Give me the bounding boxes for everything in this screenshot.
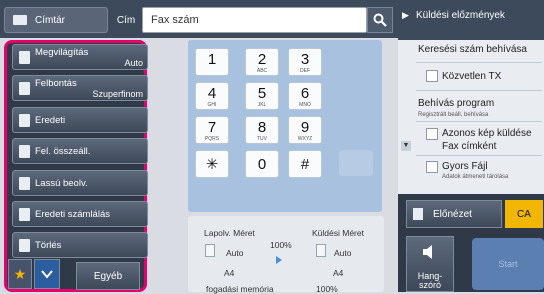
address-book-icon [13, 15, 27, 25]
divider [416, 90, 542, 91]
star-icon: ★ [13, 265, 27, 282]
divider [416, 121, 542, 122]
erase-label: Törlés [35, 240, 62, 251]
divider [416, 155, 542, 156]
original-label: Eredeti [35, 115, 66, 126]
favorite-button[interactable]: ★ [8, 259, 32, 289]
exposure-value: Auto [124, 58, 143, 68]
original-button[interactable]: Eredeti [12, 107, 148, 133]
key-asterisk[interactable]: ✳ [195, 150, 229, 178]
call-program-sub: Regisztrált beáll. behívása [418, 112, 489, 118]
slow-scan-icon [19, 177, 30, 190]
memory-value: 100% [316, 284, 338, 294]
resolution-icon [19, 82, 30, 95]
scan-mode-value: Auto [226, 248, 244, 258]
original-count-label: Eredeti számlálás [35, 209, 110, 220]
key-9[interactable]: 9 WXYZ [288, 116, 322, 144]
divider [416, 62, 542, 63]
arrow-right-icon [276, 256, 282, 264]
ca-button[interactable]: CA [505, 200, 543, 228]
key-4[interactable]: 4 GHI [195, 82, 229, 110]
key-7[interactable]: 7 PQRS [195, 116, 229, 144]
resolution-value: Szuperfinom [92, 89, 143, 99]
multi-page-button[interactable]: Fel. összeáll. [12, 138, 148, 164]
search-icon [373, 13, 387, 27]
original-count-button[interactable]: Eredeti számlálás [12, 201, 148, 227]
scan-paper-size: A4 [224, 268, 235, 278]
key-8[interactable]: 8 TUV [245, 116, 279, 144]
search-button[interactable] [367, 7, 393, 33]
key-hash[interactable]: # [288, 150, 322, 178]
clear-key[interactable] [339, 150, 373, 176]
exposure-label: Megvilágítás [35, 47, 89, 58]
exposure-icon [19, 51, 30, 64]
direct-tx-label: Közvetlen TX [442, 71, 502, 82]
scan-paper-icon [205, 244, 215, 257]
call-program[interactable]: Behívás program [418, 98, 494, 109]
original-icon [19, 114, 30, 127]
same-image-checkbox[interactable] [426, 128, 438, 140]
multi-page-label: Fel. összeáll. [35, 146, 91, 157]
original-count-icon [19, 208, 30, 221]
memory-label: fogadási memória [206, 284, 274, 294]
ratio-value: 100% [270, 240, 292, 250]
scroll-down-icon[interactable]: ▼ [401, 141, 411, 151]
resolution-label: Felbontás [35, 78, 77, 89]
erase-icon [19, 239, 30, 252]
collapse-arrow-icon[interactable]: ▶ [402, 10, 409, 21]
address-book-button[interactable]: Címtár [4, 7, 108, 33]
send-paper-size: A4 [333, 268, 344, 278]
preview-icon [413, 208, 423, 220]
send-size-label: Küldési Méret [312, 228, 364, 238]
check-icon [41, 270, 53, 279]
search-number-call[interactable]: Keresési szám behívása [418, 44, 527, 55]
address-book-label: Címtár [35, 14, 65, 26]
multi-page-icon [19, 145, 30, 158]
key-0[interactable]: 0 [245, 150, 279, 178]
key-6[interactable]: 6 MNO [288, 82, 322, 110]
send-history-button[interactable]: Küldési előzmények [416, 10, 505, 21]
scan-size-label: Lapolv. Méret [204, 228, 255, 238]
erase-button[interactable]: Törlés [12, 232, 148, 258]
quick-file-sub: Adatok átmeneti tárolása [442, 174, 509, 180]
send-paper-icon [316, 244, 326, 257]
key-5[interactable]: 5 JKL [245, 82, 279, 110]
quick-file-label: Gyors Fájl [442, 161, 488, 172]
direct-tx-checkbox[interactable] [426, 70, 438, 82]
key-2[interactable]: 2 ABC [245, 48, 279, 76]
speaker-icon [423, 245, 432, 259]
fax-number-input[interactable]: Fax szám [142, 7, 367, 33]
speaker-label: Hang- szóró [417, 271, 443, 290]
preview-label: Előnézet [433, 208, 472, 220]
send-mode-value: Auto [334, 248, 352, 258]
same-image-label-1: Azonos kép küldése [442, 128, 532, 139]
same-image-label-2: Fax címként [442, 141, 497, 152]
address-label: Cím [116, 14, 136, 26]
check-button[interactable] [34, 259, 60, 289]
exposure-button[interactable]: Megvilágítás Auto [12, 44, 148, 70]
start-button[interactable]: Start [472, 238, 544, 290]
resolution-button[interactable]: Felbontás Szuperfinom [12, 75, 148, 101]
other-button[interactable]: Egyéb [76, 262, 140, 290]
preview-button[interactable]: Előnézet [406, 200, 502, 228]
slow-scan-label: Lassú beolv. [35, 178, 88, 189]
key-3[interactable]: 3 DEF [288, 48, 322, 76]
slow-scan-button[interactable]: Lassú beolv. [12, 170, 148, 196]
key-1[interactable]: 1 [195, 48, 229, 76]
quick-file-checkbox[interactable] [426, 161, 438, 173]
